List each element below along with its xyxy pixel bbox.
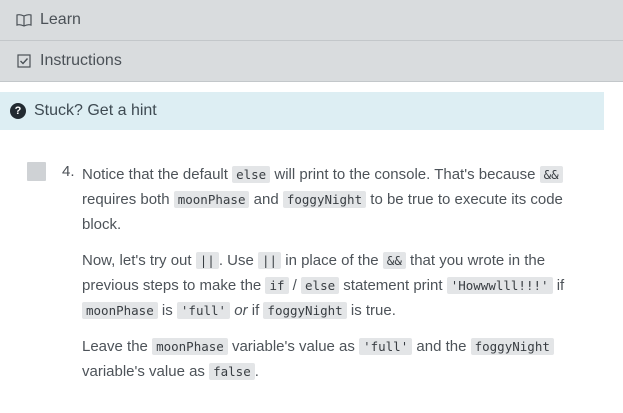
step-instructions: Notice that the default else will print … [82,162,582,395]
step-number: 4. [62,163,75,180]
step-checkbox[interactable] [27,162,46,181]
hint-label: Stuck? Get a hint [34,102,157,119]
tab-learn-label: Learn [40,11,81,28]
text: . Use [218,252,258,269]
tab-learn[interactable]: Learn [0,0,623,41]
checkbox-checked-icon [16,53,32,69]
code-snippet: || [258,252,282,269]
text: Leave the [82,338,153,355]
code-snippet: && [382,252,406,269]
text: Notice that the default [82,166,233,183]
code-snippet: 'Howwwlll!!!' [446,277,553,294]
code-snippet: else [232,166,271,183]
text: is true. [346,302,396,319]
code-snippet: moonPhase [152,338,228,355]
tab-instructions-label: Instructions [40,52,122,69]
text: / [288,277,302,294]
code-snippet: foggyNight [470,338,554,355]
text: requires both [82,191,174,208]
hint-bar[interactable]: ? Stuck? Get a hint [0,92,604,130]
text: and the [412,338,471,355]
book-icon [16,12,32,28]
text: in place of the [281,252,383,269]
question-icon: ? [10,103,26,119]
code-snippet: moonPhase [173,191,250,208]
instruction-paragraph: Leave the moonPhase variable's value as … [82,334,582,384]
text: variable's value as [227,338,360,355]
tab-instructions[interactable]: Instructions [0,41,623,82]
code-snippet: foggyNight [282,191,367,208]
code-snippet: 'full' [176,302,231,319]
text: if [247,302,264,319]
text: . [254,363,259,380]
text: Now, let's try out [82,252,196,269]
code-snippet: 'full' [359,338,413,355]
code-snippet: if [265,277,289,294]
text: statement print [339,277,447,294]
code-snippet: else [301,277,340,294]
emphasis: or [234,302,248,319]
code-snippet: && [539,166,563,183]
code-snippet: moonPhase [82,302,158,319]
instruction-paragraph: Now, let's try out ||. Use || in place o… [82,248,582,323]
code-snippet: || [195,252,219,269]
text: if [552,277,565,294]
code-snippet: false [209,363,255,380]
text: will print to the console. That's becaus… [270,166,540,183]
code-snippet: foggyNight [263,302,347,319]
text: variable's value as [82,363,210,380]
text: is [157,302,177,319]
instruction-paragraph: Notice that the default else will print … [82,162,582,237]
text: and [249,191,283,208]
